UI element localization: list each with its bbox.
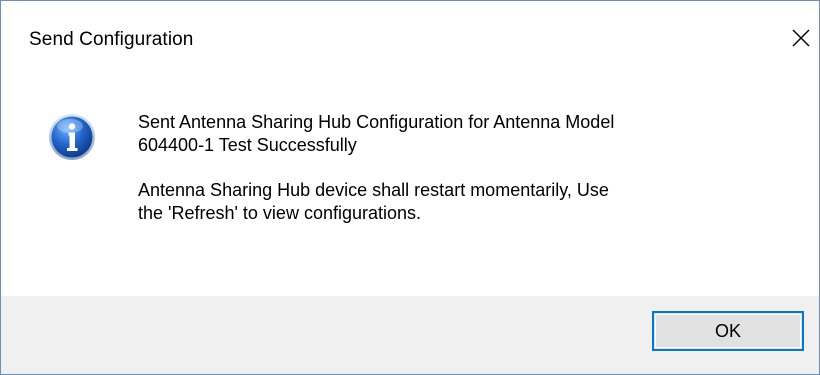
information-icon [49,114,95,160]
message-text: Sent Antenna Sharing Hub Configuration f… [138,111,798,225]
ok-button[interactable]: OK [652,311,804,351]
dialog-title: Send Configuration [29,29,194,50]
dialog-footer: OK [1,296,819,374]
message-restart-note: Antenna Sharing Hub device shall restart… [138,180,609,223]
title-bar[interactable]: Send Configuration [1,1,819,85]
close-icon [792,29,810,47]
close-button[interactable] [785,21,817,55]
message-dialog: Send Configuration Sent Antenna Sharing … [0,0,820,375]
dialog-content: Sent Antenna Sharing Hub Configuration f… [1,85,819,296]
message-success: Sent Antenna Sharing Hub Configuration f… [138,112,615,155]
